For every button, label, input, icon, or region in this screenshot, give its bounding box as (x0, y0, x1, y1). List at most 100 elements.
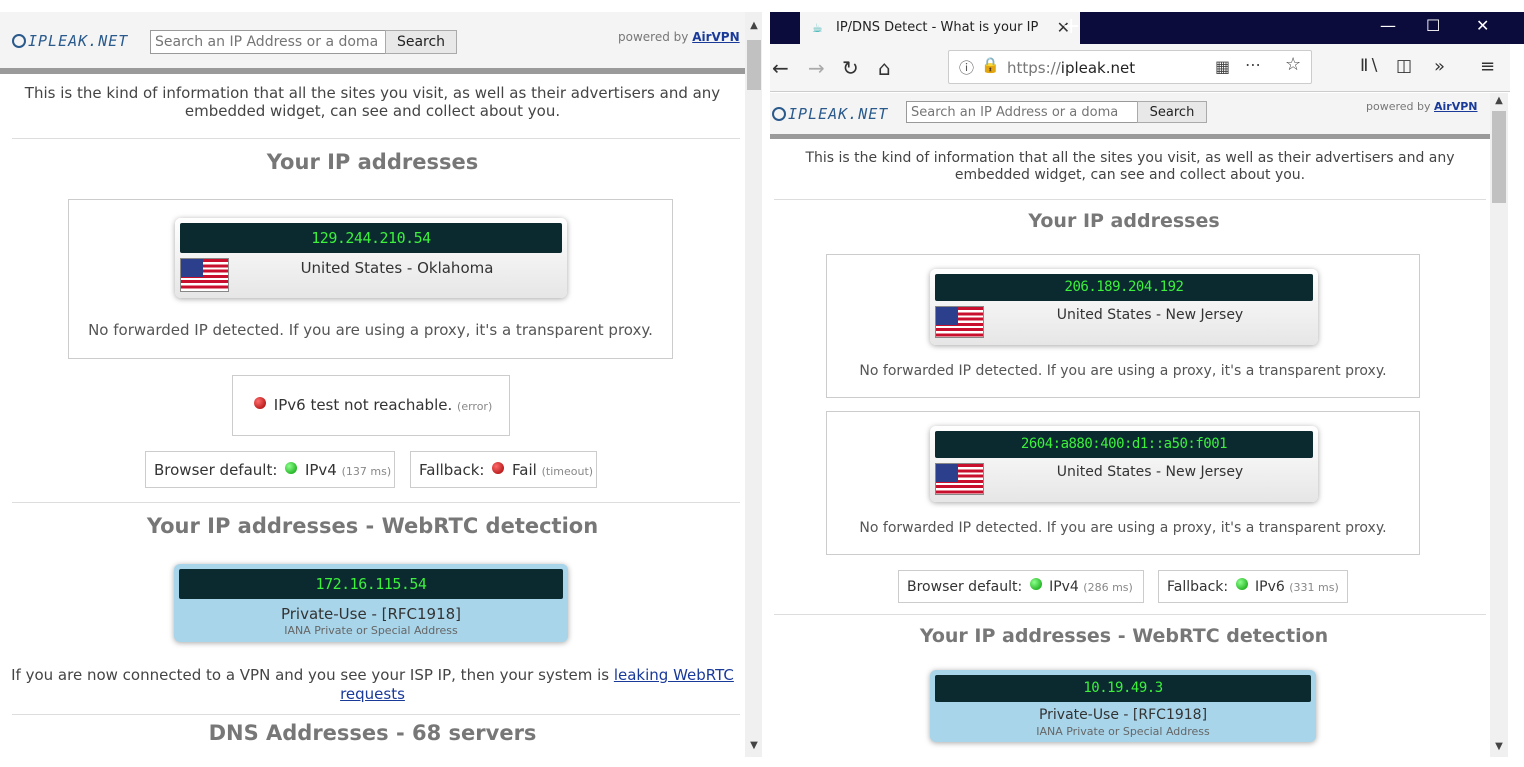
site-header: IPLEAK.NET Search powered by AirVPN (770, 93, 1490, 139)
browser-default-box: Browser default: IPv4 (137 ms) (145, 451, 395, 488)
sidebar-icon[interactable]: ◫ (1396, 56, 1412, 76)
ip-box: 129.244.210.54 United States - Oklahoma … (68, 199, 673, 359)
scroll-up-icon[interactable]: ▲ (745, 20, 762, 31)
ipleak-logo[interactable]: IPLEAK.NET (772, 105, 888, 123)
divider (774, 614, 1486, 615)
forwarded-ip-text: No forwarded IP detected. If you are usi… (859, 520, 1387, 536)
divider (774, 199, 1486, 200)
forwarded-ip-text: No forwarded IP detected. If you are usi… (859, 363, 1387, 379)
browser-default-label: Browser default: (907, 579, 1023, 595)
red-status-icon (492, 462, 505, 474)
us-flag-icon (935, 463, 984, 495)
ip-card: 206.189.204.192 United States - New Jers… (930, 269, 1318, 345)
scroll-down-icon[interactable]: ▼ (745, 740, 762, 751)
browser-tab[interactable]: ☕ IP/DNS Detect - What is your IP ✕ (800, 12, 1080, 44)
fallback-box: Fallback: IPv6 (331 ms) (1158, 570, 1348, 603)
scrollbar-thumb[interactable] (747, 40, 761, 90)
qr-code-icon[interactable]: ▦ (1215, 57, 1230, 76)
airvpn-link[interactable]: AirVPN (1434, 100, 1478, 113)
webrtc-card: 10.19.49.3 Private-Use - [RFC1918] IANA … (930, 670, 1316, 742)
webrtc-title: Private-Use - [RFC1918] (280, 605, 462, 623)
airvpn-link[interactable]: AirVPN (692, 30, 739, 44)
site-header: IPLEAK.NET Search powered by AirVPN (0, 12, 745, 74)
fallback-label: Fallback: (419, 461, 485, 479)
powered-by: powered by AirVPN (1366, 100, 1478, 113)
fallback-note: (timeout) (541, 465, 594, 478)
intro-text: This is the kind of information that all… (805, 150, 1455, 183)
tab-bar: ☕ IP/DNS Detect - What is your IP ✕ + — … (770, 12, 1524, 44)
green-status-icon (1029, 578, 1042, 590)
ip-box: 2604:a880:400:d1::a50:f001 United States… (826, 411, 1420, 555)
lock-icon[interactable]: 🔒 (981, 56, 1000, 74)
webrtc-leak-text: If you are now connected to a VPN and yo… (11, 666, 734, 703)
overflow-menu-icon[interactable]: » (1434, 56, 1445, 77)
maximize-icon[interactable]: ☐ (1426, 16, 1440, 35)
scroll-down-icon[interactable]: ▼ (1490, 741, 1508, 752)
ipleak-logo[interactable]: IPLEAK.NET (12, 32, 128, 50)
ip-location: United States - New Jersey (1056, 464, 1244, 480)
library-icon[interactable]: Ⅱ∖ (1360, 56, 1379, 76)
fallback-value: IPv6 (1255, 579, 1285, 595)
ip-card: 2604:a880:400:d1::a50:f001 United States… (930, 426, 1318, 502)
search-input[interactable] (906, 101, 1138, 123)
magnifier-icon (12, 34, 26, 48)
divider (12, 714, 740, 715)
browser-default-value: IPv4 (1049, 579, 1079, 595)
webrtc-subtitle: IANA Private or Special Address (1036, 725, 1210, 738)
vertical-scrollbar[interactable]: ▲ ▼ (1490, 93, 1508, 757)
intro-text: This is the kind of information that all… (24, 84, 721, 120)
magnifier-icon (772, 107, 786, 121)
ipv6-test-box: IPv6 test not reachable. (error) (232, 375, 510, 436)
ipv6-test-text: IPv6 test not reachable. (273, 396, 453, 414)
url-bar[interactable]: ⓘ 🔒 https://ipleak.net ▦ ⋯ ☆ (948, 50, 1312, 84)
scrollbar-thumb[interactable] (1492, 111, 1506, 203)
ip-card: 129.244.210.54 United States - Oklahoma (175, 218, 567, 298)
vertical-scrollbar[interactable]: ▲ ▼ (745, 12, 762, 757)
info-icon[interactable]: ⓘ (959, 57, 974, 78)
browser-default-value: IPv4 (304, 461, 337, 479)
bookmark-star-icon[interactable]: ☆ (1285, 54, 1301, 75)
tab-title: IP/DNS Detect - What is your IP (836, 20, 1039, 35)
new-tab-icon[interactable]: + (1062, 14, 1080, 39)
search-button[interactable]: Search (1137, 101, 1207, 123)
forward-icon[interactable]: → (808, 56, 825, 80)
ip-location: United States - Oklahoma (300, 259, 494, 277)
ipv6-test-note: (error) (457, 400, 493, 413)
page-actions-icon[interactable]: ⋯ (1245, 55, 1261, 74)
reload-icon[interactable]: ↻ (842, 56, 859, 80)
webrtc-ip-address[interactable]: 172.16.115.54 (179, 569, 563, 599)
webrtc-ip-address[interactable]: 10.19.49.3 (935, 675, 1311, 702)
hamburger-menu-icon[interactable]: ≡ (1480, 56, 1495, 77)
ip-heading: Your IP addresses (266, 150, 479, 174)
home-icon[interactable]: ⌂ (878, 56, 891, 80)
fallback-box: Fallback: Fail (timeout) (410, 451, 597, 488)
divider (12, 502, 740, 503)
fallback-note: (331 ms) (1289, 581, 1339, 594)
webrtc-subtitle: IANA Private or Special Address (284, 624, 458, 637)
search-input[interactable] (150, 30, 386, 54)
webrtc-heading: Your IP addresses - WebRTC detection (146, 514, 599, 538)
search-button[interactable]: Search (385, 30, 457, 54)
webrtc-title: Private-Use - [RFC1918] (1038, 707, 1208, 723)
forwarded-ip-text: No forwarded IP detected. If you are usi… (88, 321, 653, 339)
url-text[interactable]: https://ipleak.net (1007, 59, 1135, 77)
ip-address[interactable]: 129.244.210.54 (180, 223, 562, 253)
right-browser-panel: ☕ IP/DNS Detect - What is your IP ✕ + — … (770, 0, 1524, 767)
browser-default-box: Browser default: IPv4 (286 ms) (898, 570, 1144, 603)
window-close-icon[interactable]: ✕ (1476, 16, 1489, 35)
ip-address[interactable]: 206.189.204.192 (935, 274, 1313, 301)
green-status-icon (1235, 578, 1248, 590)
browser-default-note: (286 ms) (1083, 581, 1133, 594)
scroll-up-icon[interactable]: ▲ (1490, 95, 1508, 106)
fallback-label: Fallback: (1167, 579, 1229, 595)
back-icon[interactable]: ← (772, 56, 789, 80)
browser-default-label: Browser default: (154, 461, 278, 479)
ip-heading: Your IP addresses (1028, 210, 1220, 232)
browser-default-note: (137 ms) (341, 465, 392, 478)
green-status-icon (285, 462, 298, 474)
webrtc-card: 172.16.115.54 Private-Use - [RFC1918] IA… (174, 564, 568, 642)
nav-bar: ← → ↻ ⌂ ⓘ 🔒 https://ipleak.net ▦ ⋯ ☆ Ⅱ∖ … (770, 44, 1510, 92)
left-browser-panel: IPLEAK.NET Search powered by AirVPN This… (0, 0, 762, 767)
ip-address[interactable]: 2604:a880:400:d1::a50:f001 (935, 431, 1313, 458)
minimize-icon[interactable]: — (1380, 16, 1396, 35)
